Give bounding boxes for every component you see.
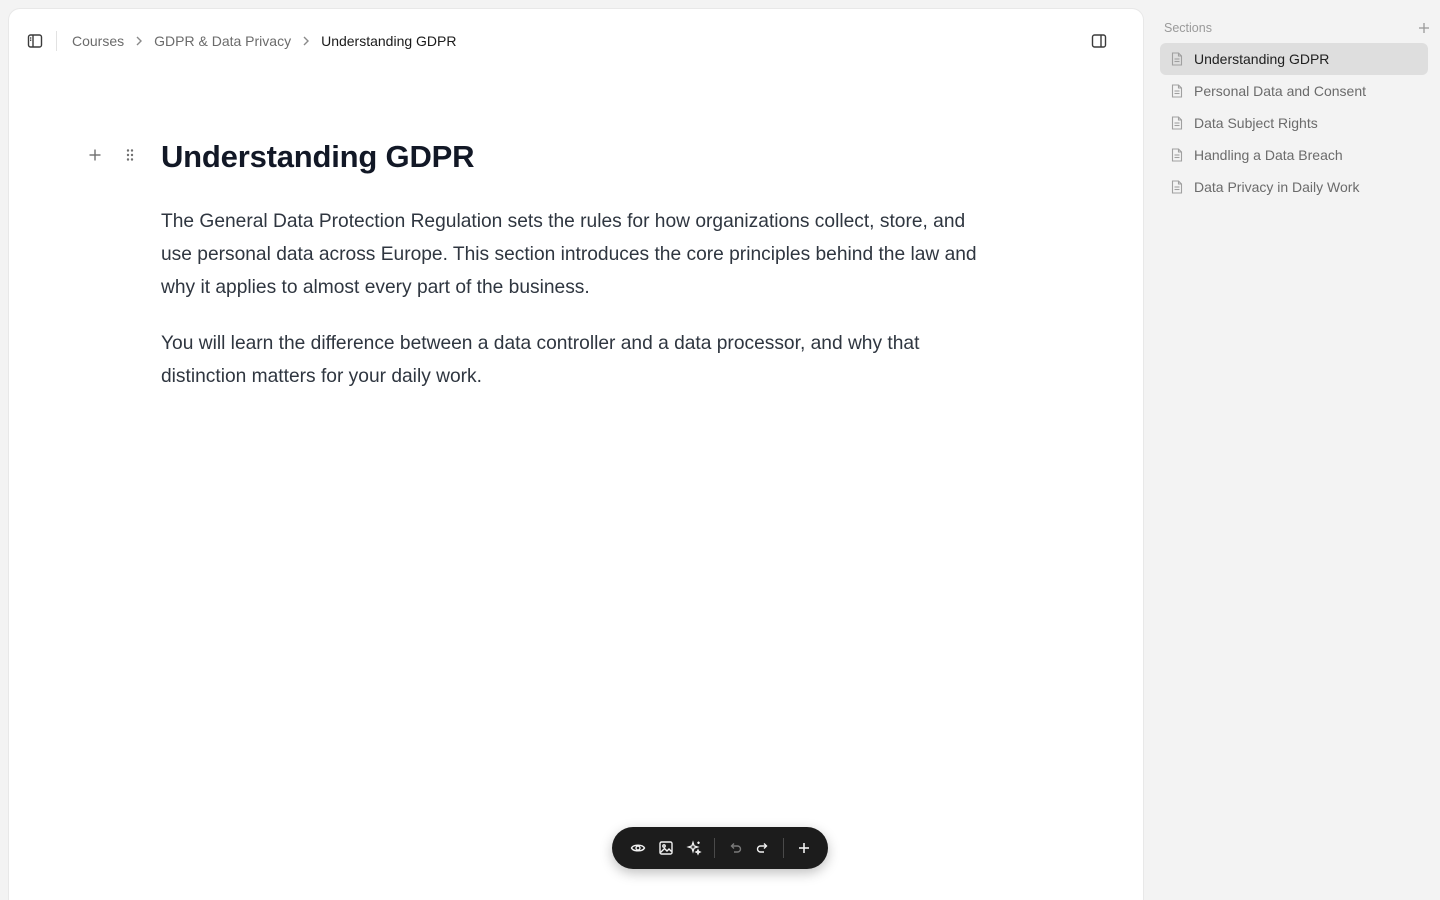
sections-title: Sections [1164, 21, 1212, 35]
document-icon [1170, 83, 1184, 99]
add-section-plus-icon[interactable] [1414, 18, 1434, 38]
breadcrumb-current: Understanding GDPR [321, 33, 457, 49]
section-list: Understanding GDPR Personal Data and Con… [1160, 43, 1428, 203]
section-item[interactable]: Understanding GDPR [1160, 43, 1428, 75]
sections-sidebar: Sections Understanding GDPR Personal Dat… [1152, 0, 1440, 900]
sidebar-toggle-icon[interactable] [21, 27, 49, 55]
redo-icon[interactable] [749, 834, 777, 862]
paragraph[interactable]: You will learn the difference between a … [161, 327, 989, 393]
document-title[interactable]: Understanding GDPR [161, 139, 475, 175]
document-icon [1170, 115, 1184, 131]
breadcrumb-courses[interactable]: Courses [72, 33, 124, 49]
drag-handle-icon[interactable] [116, 141, 144, 169]
chevron-right-icon [291, 31, 321, 51]
toolbar-divider [714, 838, 715, 858]
plus-icon[interactable] [790, 834, 818, 862]
chevron-right-icon [124, 31, 154, 51]
section-item-label: Personal Data and Consent [1194, 83, 1366, 99]
sections-header: Sections [1164, 18, 1434, 38]
editor-panel: Courses GDPR & Data Privacy Understandin… [8, 8, 1144, 900]
section-item[interactable]: Data Subject Rights [1160, 107, 1428, 139]
document-icon [1170, 51, 1184, 67]
block-controls [81, 141, 144, 169]
topbar-divider [56, 31, 57, 51]
floating-toolbar [612, 827, 828, 869]
image-icon[interactable] [652, 834, 680, 862]
document-body[interactable]: The General Data Protection Regulation s… [161, 205, 989, 416]
section-item[interactable]: Data Privacy in Daily Work [1160, 171, 1428, 203]
toolbar-divider [783, 838, 784, 858]
paragraph[interactable]: The General Data Protection Regulation s… [161, 205, 989, 304]
undo-icon[interactable] [721, 834, 749, 862]
section-item[interactable]: Handling a Data Breach [1160, 139, 1428, 171]
section-item-label: Data Subject Rights [1194, 115, 1318, 131]
add-block-plus-icon[interactable] [81, 141, 109, 169]
section-item-label: Handling a Data Breach [1194, 147, 1343, 163]
section-item-label: Understanding GDPR [1194, 51, 1330, 67]
section-item-label: Data Privacy in Daily Work [1194, 179, 1360, 195]
eye-icon[interactable] [624, 834, 652, 862]
breadcrumb: Courses GDPR & Data Privacy Understandin… [72, 31, 456, 51]
breadcrumb-course[interactable]: GDPR & Data Privacy [154, 33, 291, 49]
right-panel-toggle-icon[interactable] [1085, 27, 1113, 55]
document-icon [1170, 147, 1184, 163]
sparkles-icon[interactable] [680, 834, 708, 862]
section-item[interactable]: Personal Data and Consent [1160, 75, 1428, 107]
app-window: Courses GDPR & Data Privacy Understandin… [0, 0, 1440, 900]
document-icon [1170, 179, 1184, 195]
top-bar: Courses GDPR & Data Privacy Understandin… [9, 9, 1143, 73]
